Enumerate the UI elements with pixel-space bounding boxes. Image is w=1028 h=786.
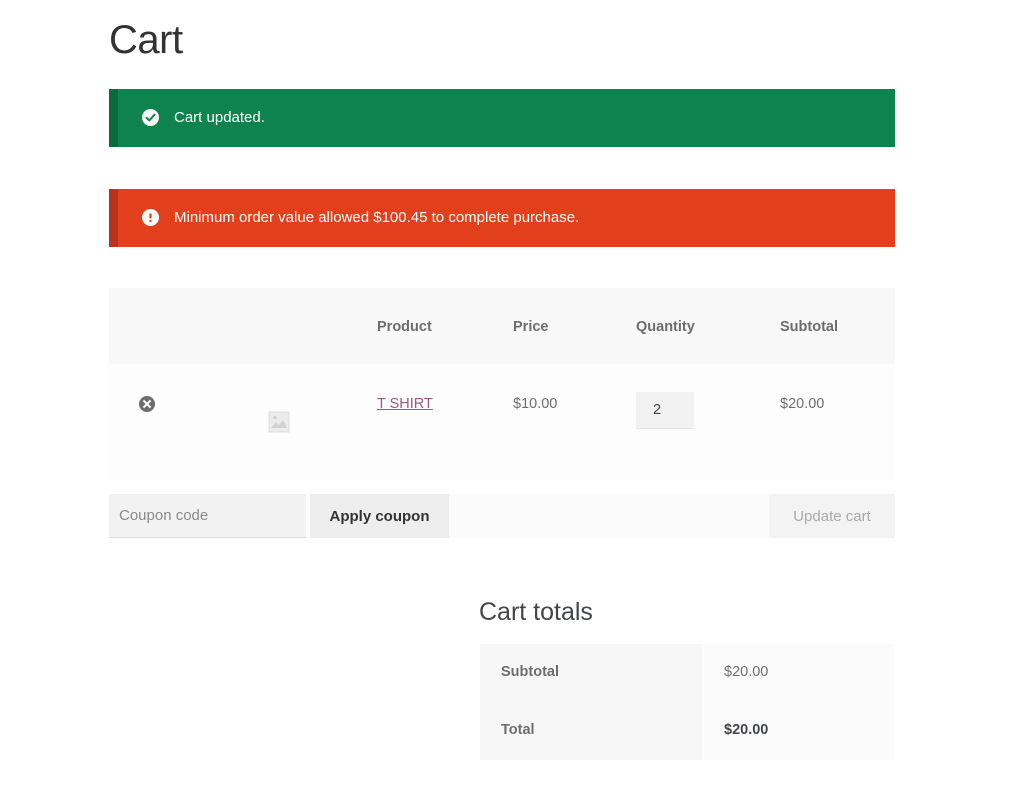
product-link[interactable]: T SHIRT [377,396,433,412]
cart-table-header: Product Price Quantity Subtotal [109,288,895,364]
total-value: $20.00 [724,722,769,738]
error-notice: Minimum order value allowed $100.45 to c… [109,189,895,247]
header-quantity: Quantity [636,319,695,335]
totals-value-cell: $20.00 [704,702,895,760]
item-subtotal: $20.00 [780,396,825,412]
page-title: Cart [109,18,183,62]
coupon-code-input[interactable] [109,494,306,538]
update-cart-button[interactable]: Update cart [769,494,895,538]
success-notice-message: Cart updated. [174,109,265,126]
cart-totals-title: Cart totals [479,598,593,626]
image-placeholder-icon[interactable] [268,411,290,433]
totals-total-row: Total $20.00 [480,702,895,760]
exclamation-circle-icon [142,209,159,226]
header-subtotal: Subtotal [780,319,838,335]
notice-accent-bar [109,189,118,247]
cart-actions: Apply coupon Update cart [109,494,895,538]
success-notice: Cart updated. [109,89,895,147]
totals-subtotal-row: Subtotal $20.00 [480,644,895,702]
subtotal-value: $20.00 [724,664,769,680]
total-label: Total [501,722,535,738]
item-price: $10.00 [513,396,558,412]
cart-totals-table: Subtotal $20.00 Total $20.00 [480,644,895,760]
quantity-input[interactable] [636,392,694,429]
cart-item-row: T SHIRT $10.00 $20.00 [109,364,895,480]
totals-label-cell: Total [480,702,702,760]
check-circle-icon [142,109,159,126]
header-price: Price [513,319,549,335]
error-notice-message: Minimum order value allowed $100.45 to c… [174,209,580,226]
totals-label-cell: Subtotal [480,644,702,702]
notice-accent-bar [109,89,118,147]
apply-coupon-button[interactable]: Apply coupon [310,494,449,538]
totals-value-cell: $20.00 [704,644,895,702]
remove-circle-icon[interactable] [139,396,155,412]
subtotal-label: Subtotal [501,664,559,680]
header-product: Product [377,319,432,335]
